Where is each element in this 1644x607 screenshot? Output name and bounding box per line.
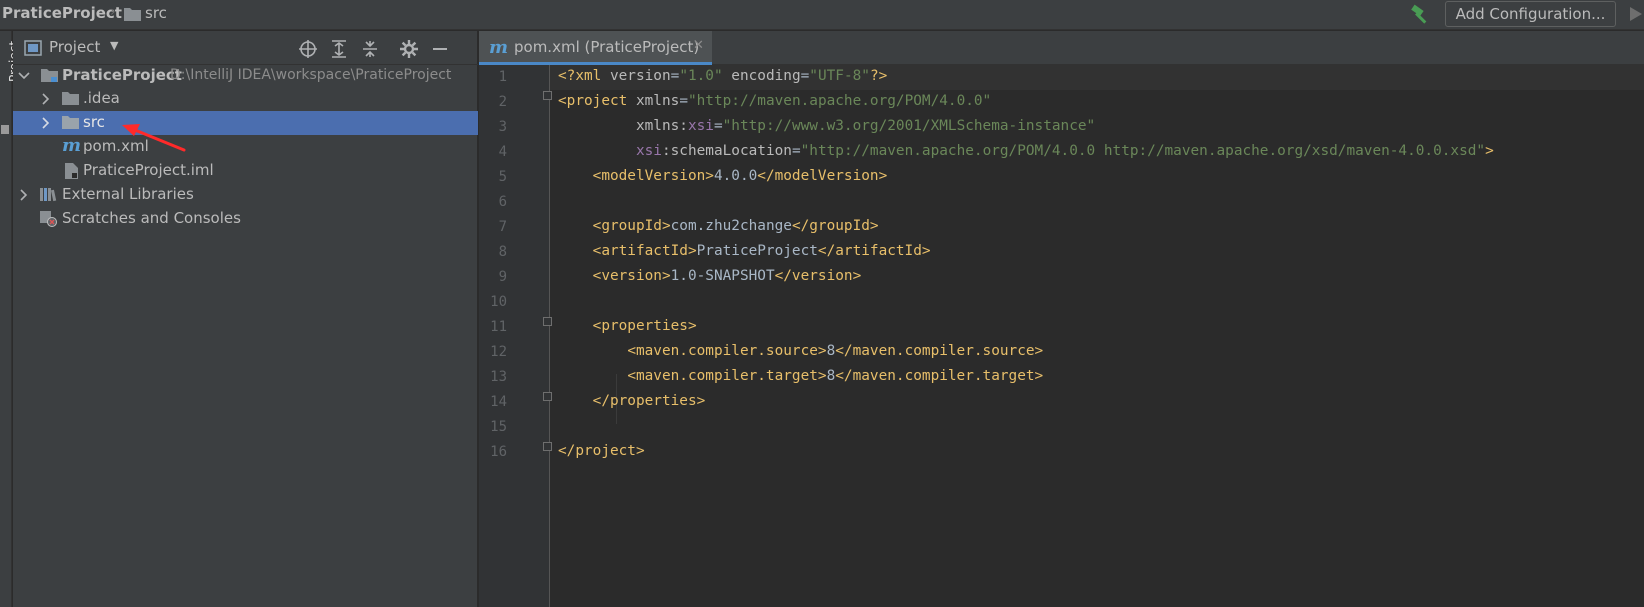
breadcrumb-src[interactable]: src <box>145 4 167 22</box>
code-line-4: xsi:schemaLocation="http://maven.apache.… <box>635 143 1494 159</box>
project-view-selector[interactable]: Project <box>49 38 100 56</box>
library-icon <box>40 188 57 202</box>
project-panel-header: Project ▼ <box>13 31 478 65</box>
editor-tab-pom[interactable]: m pom.xml (PraticeProject) ✕ <box>479 31 712 65</box>
code-line-2: <project xmlns="http://maven.apache.org/… <box>558 93 992 109</box>
tree-item-external-libraries[interactable]: External Libraries <box>13 183 478 207</box>
editor-tab-label: pom.xml (PraticeProject) <box>514 38 700 56</box>
tree-item-label: PraticeProject <box>62 66 182 84</box>
tree-item-label: .idea <box>83 89 120 107</box>
scratches-icon <box>40 211 57 227</box>
chevron-down-icon[interactable] <box>18 70 30 82</box>
code-line-7: <groupId>com.zhu2change</groupId> <box>592 218 879 234</box>
line-number: 9 <box>498 269 507 285</box>
collapse-all-icon[interactable] <box>361 40 379 58</box>
tool-window-marker-icon <box>1 125 9 134</box>
tree-item-label: pom.xml <box>83 137 149 155</box>
expand-all-icon[interactable] <box>330 40 348 58</box>
code-line-9: <version>1.0-SNAPSHOT</version> <box>592 268 862 284</box>
code-line-5: <modelVersion>4.0.0</modelVersion> <box>592 168 888 184</box>
line-number: 14 <box>490 394 507 410</box>
project-panel: Project ▼ PraticeProject D:\IntelliJ IDE… <box>13 31 478 607</box>
code-line-16: </project> <box>558 443 645 459</box>
chevron-right-icon[interactable] <box>18 189 30 201</box>
build-hammer-icon[interactable] <box>1410 4 1432 26</box>
folder-icon <box>62 116 79 129</box>
tree-item-label: External Libraries <box>62 185 194 203</box>
tree-item-label: Scratches and Consoles <box>62 209 241 227</box>
line-number: 11 <box>490 319 507 335</box>
line-number: 1 <box>498 69 507 85</box>
line-number: 8 <box>498 244 507 260</box>
breadcrumb-project[interactable]: PraticeProject <box>2 4 122 22</box>
module-file-icon <box>65 163 78 179</box>
code-line-14: </properties> <box>592 393 706 409</box>
tree-item-root[interactable]: PraticeProject D:\IntelliJ IDEA\workspac… <box>13 64 478 88</box>
tree-item-scratches[interactable]: Scratches and Consoles <box>13 207 478 231</box>
close-icon[interactable]: ✕ <box>693 38 704 53</box>
line-number: 6 <box>498 194 507 210</box>
maven-icon: m <box>62 135 82 156</box>
project-path: D:\IntelliJ IDEA\workspace\PraticeProjec… <box>170 67 452 83</box>
tree-item-iml[interactable]: PraticeProject.iml <box>13 159 478 183</box>
add-configuration-button[interactable]: Add Configuration... <box>1445 1 1616 27</box>
module-folder-icon <box>41 69 58 82</box>
line-number: 5 <box>498 169 507 185</box>
line-number: 15 <box>490 419 507 435</box>
line-number: 3 <box>498 119 507 135</box>
code-line-1: <?xml version="1.0" encoding="UTF-8"?> <box>558 68 888 84</box>
breadcrumb-separator: › <box>110 4 116 20</box>
line-number: 2 <box>498 94 507 110</box>
tool-window-strip: Project <box>0 31 21 607</box>
chevron-right-icon[interactable] <box>40 93 52 105</box>
code-line-3: xmlns:xsi="http://www.w3.org/2001/XMLSch… <box>635 118 1096 134</box>
gear-icon[interactable] <box>400 40 418 58</box>
editor: m pom.xml (PraticeProject) ✕ <?xml versi… <box>479 31 1644 607</box>
code-line-13: <maven.compiler.target>8</maven.compiler… <box>627 368 1044 384</box>
line-number: 13 <box>490 369 507 385</box>
tree-item-label: PraticeProject.iml <box>83 161 214 179</box>
run-icon[interactable] <box>1630 7 1642 21</box>
line-number: 16 <box>490 444 507 460</box>
chevron-down-icon[interactable]: ▼ <box>110 39 118 52</box>
tree-item-label: src <box>83 113 105 131</box>
chevron-right-icon[interactable] <box>40 117 52 129</box>
line-number: 7 <box>498 219 507 235</box>
tree-item-pom[interactable]: m pom.xml <box>13 135 478 159</box>
navigation-bar: PraticeProject › src Add Configuration..… <box>0 0 1644 30</box>
maven-icon: m <box>489 37 509 58</box>
minimize-icon[interactable] <box>431 40 449 58</box>
editor-tab-bar: m pom.xml (PraticeProject) ✕ <box>479 31 1644 65</box>
code-line-11: <properties> <box>592 318 697 334</box>
code-area[interactable]: <?xml version="1.0" encoding="UTF-8"?> <… <box>479 65 1644 607</box>
locate-icon[interactable] <box>299 40 317 58</box>
code-line-12: <maven.compiler.source>8</maven.compiler… <box>627 343 1044 359</box>
line-number: 10 <box>490 294 507 310</box>
code-line-8: <artifactId>PraticeProject</artifactId> <box>592 243 931 259</box>
tree-item-idea[interactable]: .idea <box>13 87 478 111</box>
folder-icon <box>62 92 79 105</box>
folder-icon <box>124 8 141 21</box>
line-number: 4 <box>498 144 507 160</box>
tree-item-src[interactable]: src <box>13 111 478 135</box>
project-view-icon <box>24 40 42 56</box>
line-number: 12 <box>490 344 507 360</box>
